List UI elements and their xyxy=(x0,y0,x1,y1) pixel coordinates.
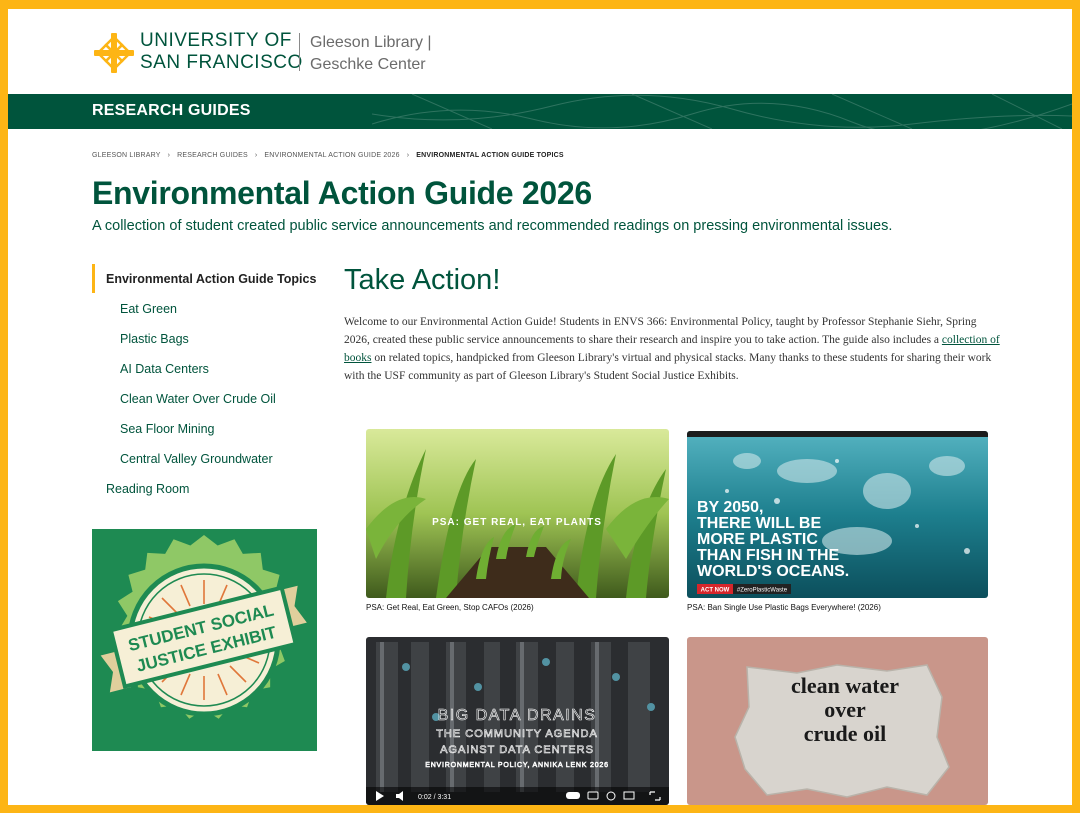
intro-paragraph: Welcome to our Environmental Action Guid… xyxy=(344,313,1004,385)
clean-water-line-1: clean water xyxy=(791,673,899,698)
video-card-data-centers[interactable]: BIG DATA DRAINS THE COMMUNITY AGENDA AGA… xyxy=(366,637,669,805)
hashtag-badge: #ZeroPlasticWaste xyxy=(737,588,788,594)
sidebar-item-ai-data-centers[interactable]: AI Data Centers xyxy=(120,362,209,376)
act-now-badge: ACT NOW xyxy=(701,588,730,594)
take-action-heading: Take Action! xyxy=(344,264,501,296)
site-header: UNIVERSITY OF SAN FRANCISCO Gleeson Libr… xyxy=(8,9,1072,94)
sidebar-item-clean-water[interactable]: Clean Water Over Crude Oil xyxy=(120,392,276,406)
logo-divider xyxy=(299,33,300,71)
autoplay-toggle-icon[interactable] xyxy=(566,792,580,799)
intro-text-before: Welcome to our Environmental Action Guid… xyxy=(344,316,977,346)
research-guides-bar: RESEARCH GUIDES xyxy=(8,94,1072,129)
logo-line-2: SAN FRANCISCO xyxy=(140,52,303,73)
usf-logo-icon[interactable] xyxy=(92,31,136,75)
breadcrumb-separator: › xyxy=(406,152,410,159)
video-thumbnail[interactable]: PSA: GET REAL, EAT PLANTS xyxy=(366,429,669,598)
page-frame: UNIVERSITY OF SAN FRANCISCO Gleeson Libr… xyxy=(8,9,1072,805)
cornfield-image: PSA: GET REAL, EAT PLANTS xyxy=(366,429,669,598)
sidebar-item-sea-floor-mining[interactable]: Sea Floor Mining xyxy=(120,422,215,436)
social-justice-exhibit-badge[interactable]: STUDENT SOCIAL JUSTICE EXHIBIT xyxy=(92,529,317,751)
video-thumbnail[interactable]: BY 2050, THERE WILL BE MORE PLASTIC THAN… xyxy=(687,431,988,598)
exhibit-seal-icon: STUDENT SOCIAL JUSTICE EXHIBIT xyxy=(92,529,317,751)
breadcrumb-item-research-guides[interactable]: RESEARCH GUIDES xyxy=(177,152,248,159)
clean-water-line-3: crude oil xyxy=(804,721,887,746)
university-name[interactable]: UNIVERSITY OF SAN FRANCISCO xyxy=(140,30,303,74)
breadcrumb-item-current: ENVIRONMENTAL ACTION GUIDE TOPICS xyxy=(416,152,564,159)
bar-pattern xyxy=(372,94,1072,129)
sidebar-item-plastic-bags[interactable]: Plastic Bags xyxy=(120,332,189,346)
sidebar-item-central-valley[interactable]: Central Valley Groundwater xyxy=(120,452,273,466)
breadcrumb-separator: › xyxy=(167,152,171,159)
torn-paper-image: clean water over crude oil xyxy=(687,637,988,805)
video-player[interactable]: BIG DATA DRAINS THE COMMUNITY AGENDA AGA… xyxy=(366,637,669,805)
page-subtitle: A collection of student created public s… xyxy=(92,218,893,234)
page-title: Environmental Action Guide 2026 xyxy=(92,175,592,211)
intro-text-after: on related topics, handpicked from Glees… xyxy=(344,352,992,382)
clean-water-line-2: over xyxy=(824,697,866,722)
library-line-1: Gleeson Library | xyxy=(310,34,432,51)
plastic-line-4: THAN FISH IN THE xyxy=(697,547,840,564)
active-indicator xyxy=(92,264,95,293)
breadcrumb-item-guide[interactable]: ENVIRONMENTAL ACTION GUIDE 2026 xyxy=(264,152,399,159)
data-center-image: BIG DATA DRAINS THE COMMUNITY AGENDA AGA… xyxy=(366,637,669,805)
research-guides-title[interactable]: RESEARCH GUIDES xyxy=(92,102,251,120)
sidebar-item-topics[interactable]: Environmental Action Guide Topics xyxy=(106,272,316,286)
library-name[interactable]: Gleeson Library | Geschke Center xyxy=(310,32,432,76)
plastic-line-5: WORLD'S OCEANS. xyxy=(697,563,849,580)
datacenter-line-1: BIG DATA DRAINS xyxy=(438,707,597,724)
plastic-line-3: MORE PLASTIC xyxy=(697,531,818,548)
card-overlay-text: PSA: GET REAL, EAT PLANTS xyxy=(432,517,602,528)
logo-line-1: UNIVERSITY OF xyxy=(140,30,292,51)
video-caption: PSA: Ban Single Use Plastic Bags Everywh… xyxy=(687,603,881,612)
ocean-plastic-image: BY 2050, THERE WILL BE MORE PLASTIC THAN… xyxy=(687,431,988,598)
breadcrumb: GLEESON LIBRARY › RESEARCH GUIDES › ENVIRONM… xyxy=(92,152,564,159)
plastic-line-2: THERE WILL BE xyxy=(697,515,821,532)
sidebar-item-reading-room[interactable]: Reading Room xyxy=(106,482,189,496)
video-card-eat-green[interactable]: PSA: GET REAL, EAT PLANTS PSA: Get Real,… xyxy=(366,429,669,621)
video-time: 0:02 / 3:31 xyxy=(418,794,451,801)
datacenter-line-3: AGAINST DATA CENTERS xyxy=(440,744,594,756)
video-card-plastic-bags[interactable]: BY 2050, THERE WILL BE MORE PLASTIC THAN… xyxy=(687,431,988,621)
datacenter-line-2: THE COMMUNITY AGENDA xyxy=(436,728,598,740)
datacenter-line-4: ENVIRONMENTAL POLICY, ANNIKA LENK 2026 xyxy=(425,762,609,769)
video-caption: PSA: Get Real, Eat Green, Stop CAFOs (20… xyxy=(366,603,534,612)
plastic-line-1: BY 2050, xyxy=(697,499,763,516)
library-line-2: Geschke Center xyxy=(310,56,426,73)
sidebar-item-eat-green[interactable]: Eat Green xyxy=(120,302,177,316)
breadcrumb-separator: › xyxy=(254,152,258,159)
video-card-clean-water[interactable]: clean water over crude oil xyxy=(687,637,988,805)
video-thumbnail[interactable]: clean water over crude oil xyxy=(687,637,988,805)
breadcrumb-item-gleeson-library[interactable]: GLEESON LIBRARY xyxy=(92,152,161,159)
